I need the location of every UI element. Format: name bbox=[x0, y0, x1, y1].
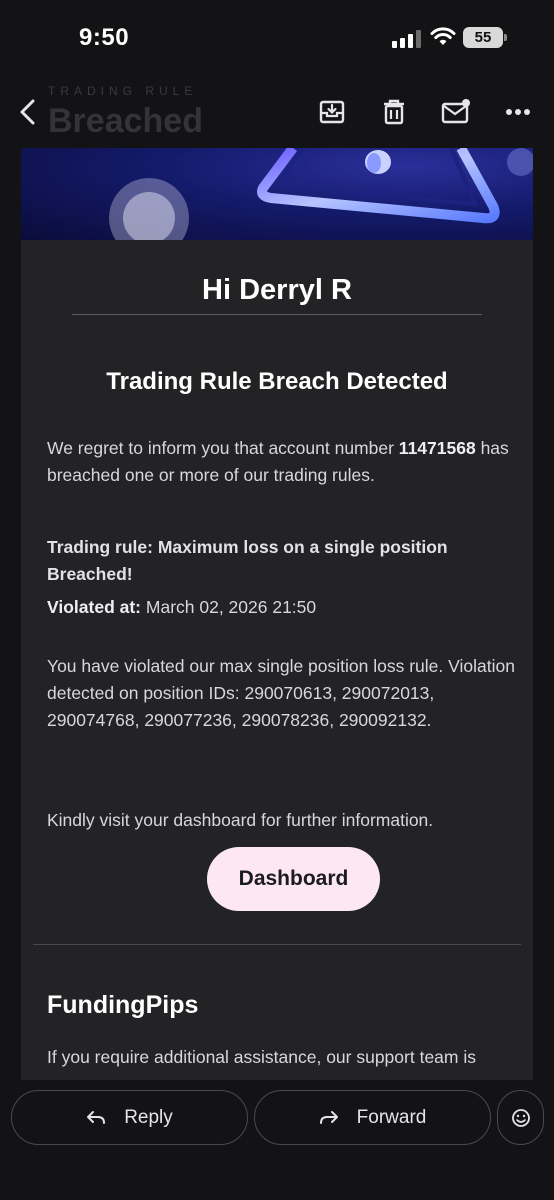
trash-icon bbox=[384, 99, 404, 125]
forward-icon bbox=[319, 1110, 338, 1124]
more-dots-icon bbox=[506, 109, 530, 115]
account-number: 11471568 bbox=[398, 438, 476, 458]
brand-name: FundingPips bbox=[47, 991, 199, 1019]
reply-icon bbox=[87, 1110, 106, 1124]
reply-label: Reply bbox=[124, 1106, 173, 1128]
back-button[interactable] bbox=[12, 96, 44, 128]
delete-button[interactable] bbox=[378, 96, 410, 128]
greeting: Hi Derryl R bbox=[202, 274, 352, 306]
smiley-icon bbox=[511, 1108, 530, 1127]
section-divider bbox=[33, 944, 521, 945]
intro-paragraph: We regret to inform you that account num… bbox=[47, 435, 517, 489]
archive-icon bbox=[319, 100, 345, 124]
email-screen: 9:50 55 TRADING RULE Breached Hi Derryl … bbox=[0, 0, 554, 1200]
banner-graphic bbox=[109, 148, 533, 240]
support-text: If you require additional assistance, ou… bbox=[47, 1047, 476, 1067]
violated-label: Violated at: bbox=[47, 597, 142, 617]
back-arrow-icon bbox=[20, 99, 35, 125]
violation-details: You have violated our max single positio… bbox=[47, 656, 515, 730]
forward-label: Forward bbox=[356, 1106, 427, 1128]
header-banner-image bbox=[21, 148, 533, 240]
email-body: Hi Derryl R Trading Rule Breach Detected… bbox=[21, 148, 533, 1080]
rule-line: Trading rule: Maximum loss on a single p… bbox=[47, 537, 448, 557]
rule-block: Trading rule: Maximum loss on a single p… bbox=[47, 534, 517, 588]
archive-button[interactable] bbox=[316, 96, 348, 128]
mark-unread-button[interactable] bbox=[440, 96, 472, 128]
emoji-reaction-button[interactable] bbox=[497, 1090, 544, 1145]
violation-time: Violated at: March 02, 2026 21:50 bbox=[47, 594, 517, 621]
email-heading: Trading Rule Breach Detected bbox=[106, 368, 448, 395]
reply-bar: Reply Forward bbox=[0, 1080, 554, 1200]
more-options-button[interactable] bbox=[502, 96, 534, 128]
dashboard-button[interactable]: Dashboard bbox=[207, 847, 380, 911]
violated-value: March 02, 2026 21:50 bbox=[141, 597, 317, 617]
divider bbox=[72, 314, 482, 315]
mail-unread-icon bbox=[441, 99, 470, 124]
clock: 9:50 bbox=[79, 24, 130, 51]
email-toolbar bbox=[0, 80, 554, 146]
reply-button[interactable]: Reply bbox=[11, 1090, 248, 1145]
cellular-signal-icon bbox=[392, 30, 422, 48]
rule-status: Breached! bbox=[47, 564, 133, 584]
dashboard-note: Kindly visit your dashboard for further … bbox=[47, 810, 434, 830]
intro-prefix: We regret to inform you that account num… bbox=[47, 438, 399, 458]
battery-icon: 55 bbox=[463, 27, 507, 48]
status-bar: 9:50 55 bbox=[0, 0, 554, 80]
forward-button[interactable]: Forward bbox=[254, 1090, 491, 1145]
wifi-icon bbox=[430, 27, 456, 45]
